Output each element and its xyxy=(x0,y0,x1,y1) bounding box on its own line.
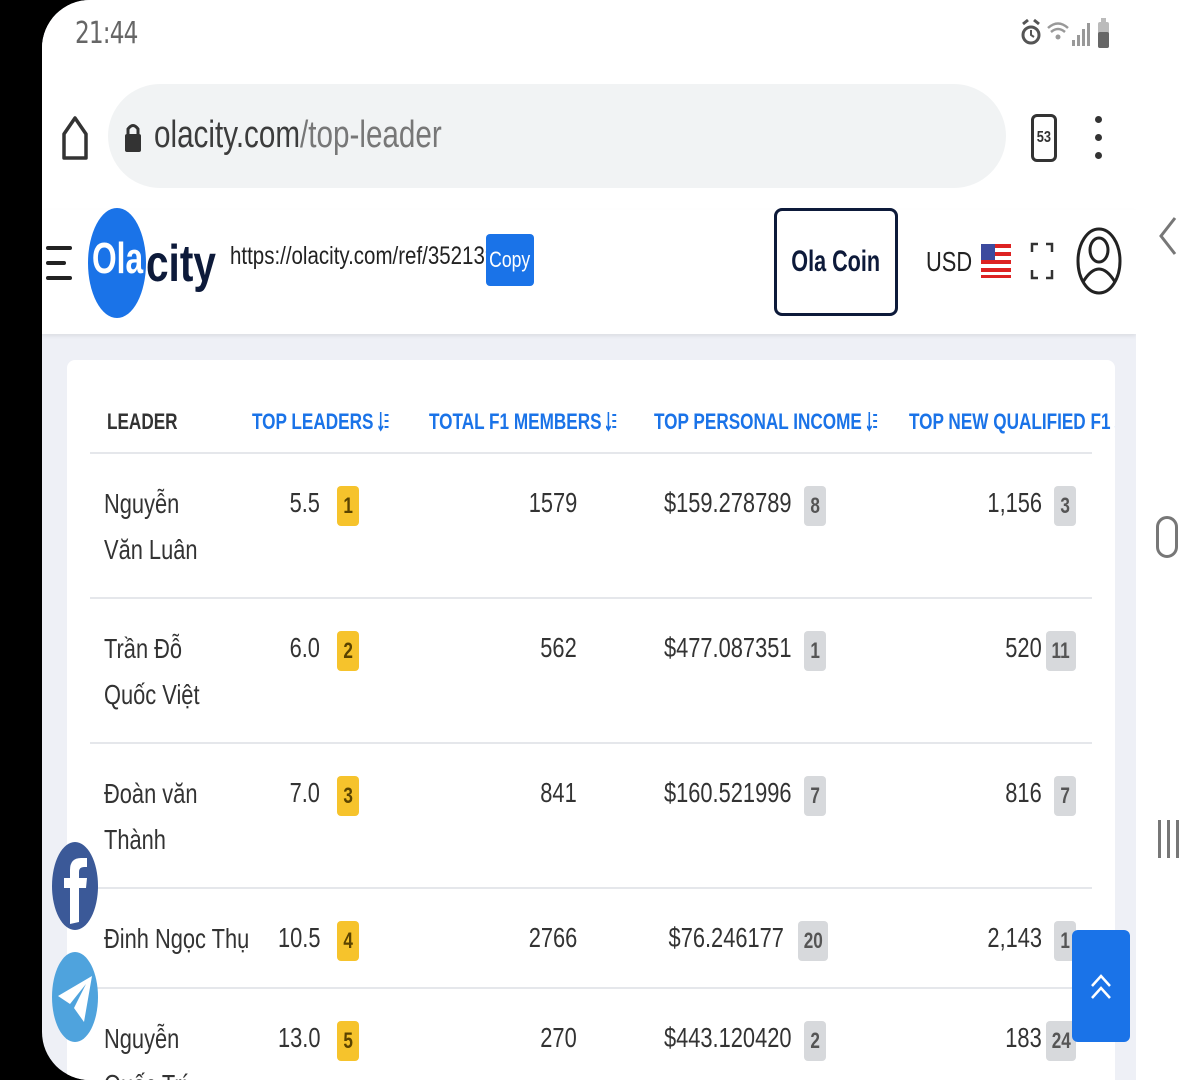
user-account-icon[interactable] xyxy=(1076,226,1122,296)
site-header: Ola city https://olacity.com/ref/3521392… xyxy=(42,208,1136,334)
rank-badge: 5 xyxy=(337,1021,359,1061)
currency-selector[interactable]: USD xyxy=(926,246,972,278)
tab-switcher-button[interactable]: 53 xyxy=(1031,114,1057,162)
qualified-rank-badge: 11 xyxy=(1046,631,1076,671)
phone-screen: 21:44 olacity.com/top-leader 53 Ola city… xyxy=(42,0,1136,1080)
income-rank-badge: 1 xyxy=(804,631,826,671)
table-row[interactable]: Nguyễn Quốc Trí 13.0 5 270 $443.120420 2… xyxy=(90,989,1092,1080)
rank-badge: 1 xyxy=(337,486,359,526)
lock-icon xyxy=(125,124,141,152)
income-rank-badge: 20 xyxy=(798,921,828,961)
personal-income-value: $477.087351 xyxy=(664,632,792,663)
leader-score: 10.5 xyxy=(277,922,320,953)
total-f1-value: 1579 xyxy=(528,487,577,518)
address-text[interactable]: olacity.com/top-leader xyxy=(154,114,442,157)
total-f1-value: 270 xyxy=(540,1022,577,1053)
sort-icon xyxy=(378,412,389,432)
top-leader-table: LEADER TOP LEADERS TOTAL F1 MEMBERS TOP … xyxy=(67,360,1115,1080)
header-top-leaders[interactable]: TOP LEADERS xyxy=(252,409,389,435)
total-f1-value: 562 xyxy=(540,632,577,663)
facebook-icon[interactable] xyxy=(52,842,98,930)
leader-name: Nguyễn Văn Luân xyxy=(104,488,198,565)
double-chevron-up-icon xyxy=(1091,974,1111,999)
header-personal-income-label: TOP PERSONAL INCOME xyxy=(654,409,862,434)
qualified-rank-badge: 3 xyxy=(1054,486,1076,526)
scroll-to-top-button[interactable] xyxy=(1072,930,1130,1042)
personal-income-value: $76.246177 xyxy=(668,922,784,953)
ola-coin-label: Ola Coin xyxy=(791,245,881,278)
rank-badge: 3 xyxy=(337,776,359,816)
leader-name: Đoàn văn Thành xyxy=(104,778,198,855)
url-domain: olacity.com xyxy=(154,114,301,156)
header-total-f1-label: TOTAL F1 MEMBERS xyxy=(429,409,602,434)
tab-count: 53 xyxy=(1036,129,1052,146)
ola-coin-button[interactable]: Ola Coin xyxy=(774,208,898,316)
recent-apps-icon[interactable] xyxy=(1158,820,1180,858)
header-new-qualified-label: TOP NEW QUALIFIED F1 xyxy=(909,409,1111,434)
battery-icon xyxy=(1098,18,1109,48)
status-time: 21:44 xyxy=(75,16,138,51)
copy-button[interactable]: Copy xyxy=(486,234,534,286)
header-top-leaders-label: TOP LEADERS xyxy=(252,409,374,434)
logo-text-city: city xyxy=(146,235,216,293)
home-icon[interactable] xyxy=(60,110,90,162)
status-bar: 21:44 xyxy=(42,0,1136,70)
total-f1-value: 2766 xyxy=(528,922,577,953)
wifi-icon xyxy=(1047,22,1069,40)
header-new-qualified[interactable]: TOP NEW QUALIFIED F1 xyxy=(909,409,1115,435)
table-row[interactable]: Đoàn văn Thành 7.0 3 841 $160.521996 7 8… xyxy=(90,744,1092,889)
personal-income-value: $443.120420 xyxy=(664,1022,792,1053)
leader-score: 5.5 xyxy=(289,487,320,518)
signal-icon xyxy=(1072,23,1090,46)
rank-badge: 2 xyxy=(337,631,359,671)
sort-icon xyxy=(866,412,877,432)
new-qualified-value: 183 xyxy=(1005,1022,1042,1053)
copy-button-label: Copy xyxy=(489,247,531,272)
income-rank-badge: 8 xyxy=(804,486,826,526)
personal-income-value: $159.278789 xyxy=(664,487,792,518)
alarm-icon xyxy=(1021,18,1041,45)
leader-name: Nguyễn Quốc Trí xyxy=(104,1023,188,1080)
us-flag-icon[interactable] xyxy=(981,244,1011,278)
leader-name: Đinh Ngọc Thụ xyxy=(104,923,250,954)
status-icons xyxy=(1021,18,1109,48)
more-menu-icon[interactable] xyxy=(1092,114,1104,162)
leader-name: Trần Đỗ Quốc Việt xyxy=(104,633,200,710)
table-row[interactable]: Nguyễn Văn Luân 5.5 1 1579 $159.278789 8… xyxy=(90,454,1092,599)
income-rank-badge: 2 xyxy=(804,1021,826,1061)
rank-badge: 4 xyxy=(337,921,359,961)
new-qualified-value: 1,156 xyxy=(987,487,1042,518)
sort-icon xyxy=(606,412,617,432)
income-rank-badge: 7 xyxy=(804,776,826,816)
telegram-icon[interactable] xyxy=(52,952,98,1042)
header-total-f1[interactable]: TOTAL F1 MEMBERS xyxy=(429,409,617,435)
total-f1-value: 841 xyxy=(540,777,577,808)
browser-toolbar: olacity.com/top-leader 53 xyxy=(42,70,1136,210)
leader-score: 13.0 xyxy=(277,1022,320,1053)
qualified-rank-badge: 7 xyxy=(1054,776,1076,816)
new-qualified-value: 520 xyxy=(1005,632,1042,663)
fullscreen-icon[interactable] xyxy=(1030,242,1054,280)
leader-score: 7.0 xyxy=(289,777,320,808)
logo-text-ola: Ola xyxy=(92,234,144,283)
table-row[interactable]: Trần Đỗ Quốc Việt 6.0 2 562 $477.087351 … xyxy=(90,599,1092,744)
hamburger-menu-icon[interactable] xyxy=(46,246,72,282)
back-chevron-icon[interactable] xyxy=(1157,214,1179,258)
header-personal-income[interactable]: TOP PERSONAL INCOME xyxy=(654,409,877,435)
url-path: /top-leader xyxy=(300,114,442,156)
header-leader: LEADER xyxy=(107,409,178,434)
table-row[interactable]: Đinh Ngọc Thụ 10.5 4 2766 $76.246177 20 … xyxy=(90,889,1092,989)
personal-income-value: $160.521996 xyxy=(664,777,792,808)
new-qualified-value: 2,143 xyxy=(987,922,1042,953)
new-qualified-value: 816 xyxy=(1005,777,1042,808)
home-nav-icon[interactable] xyxy=(1156,516,1178,558)
leader-score: 6.0 xyxy=(289,632,320,663)
